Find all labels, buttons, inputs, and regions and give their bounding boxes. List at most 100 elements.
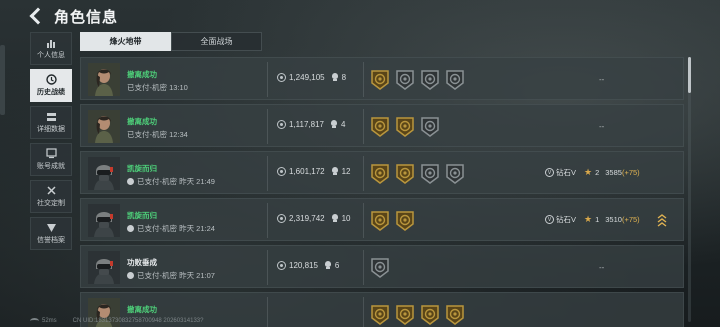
match-row[interactable]: 撤离成功 已支付-机密 12:34 1,117,817 4 -- xyxy=(80,104,684,147)
loot-value: 2,319,742 10 xyxy=(277,214,351,223)
match-detail-text: 已支付-机密 昨天 21:24 xyxy=(137,224,215,233)
row-divider xyxy=(363,62,364,97)
sidebar-item-label: 信誉档案 xyxy=(37,237,65,244)
loot-value-text: 1,601,172 xyxy=(289,167,325,176)
silver-medal-icon[interactable] xyxy=(370,257,390,279)
gold-medal-icon[interactable] xyxy=(445,304,465,326)
gold-medal-icon[interactable] xyxy=(395,163,415,185)
match-result: 撤离成功 xyxy=(127,117,157,126)
sidebar-item-history[interactable]: 历史战绩 xyxy=(30,69,72,102)
left-edge-handle[interactable] xyxy=(0,45,5,115)
rank-info: V 钻石V ★ 1 3510 (+75) xyxy=(545,214,640,225)
wifi-icon xyxy=(30,318,39,324)
loot-value: 120,815 6 xyxy=(277,261,339,270)
sidebar-item-detail-data[interactable]: 详细数据 xyxy=(30,106,72,139)
match-detail-text: 已支付-机密 昨天 21:07 xyxy=(137,271,215,280)
match-result: 凯旋而归 xyxy=(127,164,157,173)
row-divider xyxy=(363,297,364,327)
gold-medal-icon[interactable] xyxy=(370,163,390,185)
scrollbar-thumb[interactable] xyxy=(688,57,691,93)
rank-tier-icon: V xyxy=(545,168,554,177)
gold-medal-icon[interactable] xyxy=(395,210,415,232)
row-divider xyxy=(267,203,268,238)
uid-text: CN UID:18313730832758700948 20260314133? xyxy=(72,318,204,324)
reputation-icon xyxy=(45,222,57,233)
loot-value-text: 120,815 xyxy=(289,261,318,270)
loot-value-text: 2,319,742 xyxy=(289,214,325,223)
operator-avatar xyxy=(88,251,120,284)
operator-avatar xyxy=(88,110,120,143)
loot-value-text: 1,249,105 xyxy=(289,73,325,82)
kill-count: 4 xyxy=(341,120,346,129)
gold-medal-icon[interactable] xyxy=(395,116,415,138)
skull-icon xyxy=(330,120,338,129)
rank-tier-icon: V xyxy=(545,215,554,224)
gold-medal-icon[interactable] xyxy=(395,304,415,326)
sidebar-item-label: 社交定制 xyxy=(37,200,65,207)
rank-tier: 钻石V xyxy=(556,215,577,224)
match-detail-text: 已支付-机密 12:34 xyxy=(127,130,188,139)
skull-icon xyxy=(331,214,339,223)
match-detail: 已支付-机密 昨天 21:49 xyxy=(127,176,215,187)
sidebar-item-reputation[interactable]: 信誉档案 xyxy=(30,217,72,250)
top-bar: 角色信息 xyxy=(0,0,720,32)
silver-medal-icon[interactable] xyxy=(445,69,465,91)
coin-icon xyxy=(277,120,286,129)
silver-medal-icon[interactable] xyxy=(420,163,440,185)
gold-medal-icon[interactable] xyxy=(420,304,440,326)
loot-value: 1,601,172 12 xyxy=(277,167,351,176)
gold-medal-icon[interactable] xyxy=(370,69,390,91)
coin-icon xyxy=(277,261,286,270)
gold-medal-icon[interactable] xyxy=(370,210,390,232)
tab-warzone[interactable]: 烽火地带 xyxy=(80,32,171,51)
match-result: 凯旋而归 xyxy=(127,211,157,220)
kill-count: 8 xyxy=(341,73,347,82)
medal-list xyxy=(370,257,395,279)
loot-value: 1,249,105 8 xyxy=(277,73,346,82)
coin-icon xyxy=(277,214,286,223)
rank-points: 3510 xyxy=(605,215,622,224)
page-title: 角色信息 xyxy=(54,8,119,26)
rank-tier: 钻石V xyxy=(556,168,577,177)
row-divider xyxy=(363,250,364,285)
operator-avatar xyxy=(88,157,120,190)
silver-medal-icon[interactable] xyxy=(420,116,440,138)
silver-medal-icon[interactable] xyxy=(420,69,440,91)
star-icon: ★ xyxy=(584,214,593,224)
match-row[interactable]: 凯旋而归 已支付-机密 昨天 21:24 2,319,742 10 V 钻石V ★ 1 3510… xyxy=(80,198,684,241)
match-row[interactable]: 凯旋而归已支付-机密 昨天 21:49 1,601,172 12 V 钻石V ★ 2 3585… xyxy=(80,151,684,194)
operator-avatar xyxy=(88,204,120,237)
sidebar-item-personal-info[interactable]: 个人信息 xyxy=(30,32,72,65)
silver-medal-icon[interactable] xyxy=(395,69,415,91)
tab-full-battlefield[interactable]: 全面战场 xyxy=(171,32,262,51)
ping-value: 52ms xyxy=(42,318,57,324)
sidebar-item-achievements[interactable]: 账号成就 xyxy=(30,143,72,176)
match-row[interactable]: 撤离成功 已支付-机密 13:10 1,249,105 8 -- xyxy=(80,57,684,100)
match-detail: 已支付-机密 昨天 21:24 xyxy=(127,223,215,234)
gold-medal-icon[interactable] xyxy=(370,304,390,326)
row-divider xyxy=(363,156,364,191)
silver-medal-icon[interactable] xyxy=(445,163,465,185)
scrollbar-track[interactable] xyxy=(688,57,691,322)
medal-list xyxy=(370,69,470,91)
match-result: 撤离成功 xyxy=(127,305,157,314)
match-detail-text: 已支付-机密 昨天 21:49 xyxy=(137,177,215,186)
sidebar-item-label: 历史战绩 xyxy=(37,89,65,96)
match-row[interactable]: 功败垂成 已支付-机密 昨天 21:07 120,815 6 -- xyxy=(80,245,684,288)
rank-placeholder: -- xyxy=(599,122,605,131)
sidebar: 个人信息 历史战绩 详细数据 账号成就 社交定制 信誉档案 xyxy=(30,32,72,254)
history-icon xyxy=(45,74,57,85)
skull-icon xyxy=(324,261,332,270)
rank-stars: 2 xyxy=(595,168,600,177)
rank-placeholder: -- xyxy=(599,75,605,84)
rank-info: V 钻石V ★ 2 3585 (+75) xyxy=(545,167,640,178)
sidebar-item-social[interactable]: 社交定制 xyxy=(30,180,72,213)
kill-count: 10 xyxy=(341,214,351,223)
sidebar-item-label: 账号成就 xyxy=(37,163,65,170)
match-history-list: 撤离成功 已支付-机密 13:10 1,249,105 8 -- 撤离成功 已支付-机密 1… xyxy=(80,57,684,327)
row-divider xyxy=(363,203,364,238)
gold-medal-icon[interactable] xyxy=(370,116,390,138)
back-arrow-icon[interactable] xyxy=(28,8,44,24)
medal-list xyxy=(370,304,470,326)
row-divider xyxy=(267,297,268,327)
